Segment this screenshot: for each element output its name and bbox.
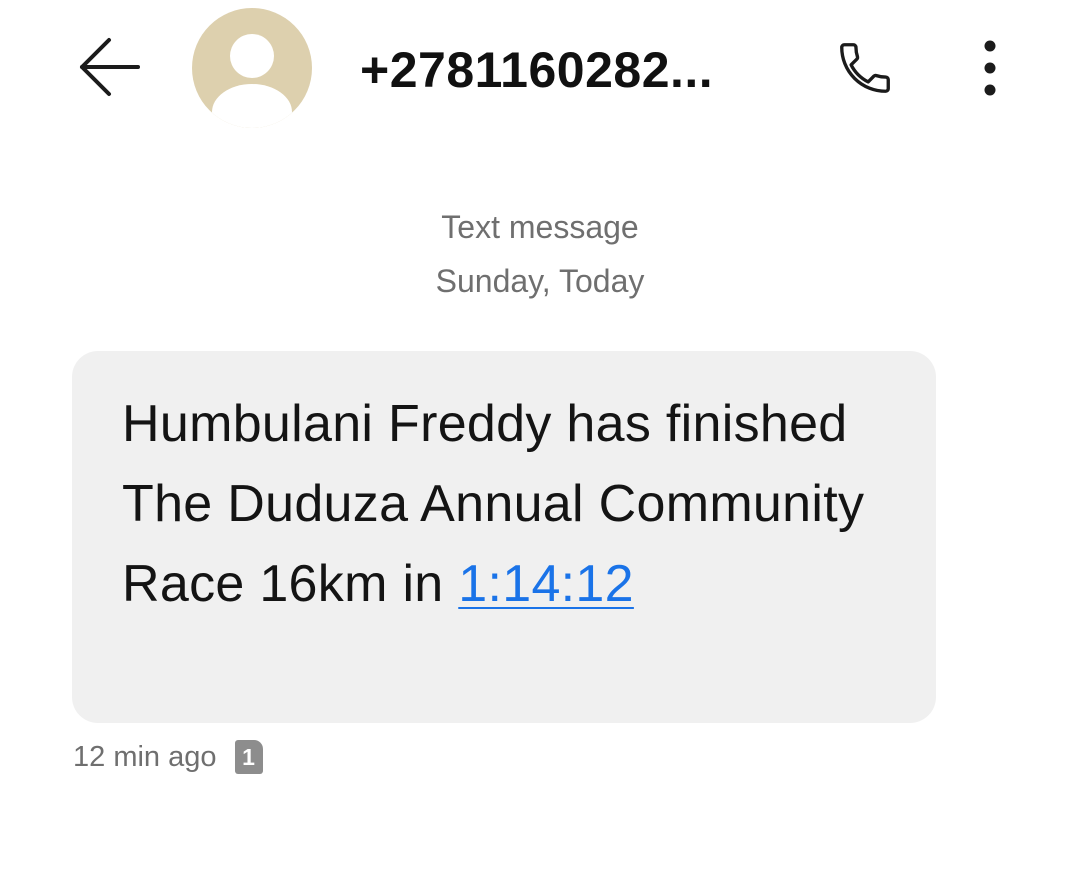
message-type-label: Text message [441, 209, 639, 245]
sim-card-icon: 1 [234, 740, 263, 774]
back-button[interactable] [70, 32, 146, 102]
more-options-button[interactable] [960, 30, 1020, 106]
call-button[interactable] [825, 30, 905, 106]
message-timestamp: 12 min ago [73, 740, 217, 773]
arrow-left-icon [80, 38, 140, 96]
person-avatar-icon [212, 34, 292, 128]
contact-name[interactable]: +2781160282... [360, 38, 713, 102]
conversation-meta: Text message Sunday, Today [0, 200, 1080, 308]
date-label: Sunday, Today [435, 263, 645, 299]
race-time-link[interactable]: 1:14:12 [458, 555, 634, 613]
sim-number: 1 [242, 743, 255, 770]
message-bubble[interactable]: Humbulani Freddy has finished The Duduza… [72, 351, 936, 723]
contact-avatar[interactable] [192, 8, 312, 128]
message-body: Humbulani Freddy has finished The Duduza… [122, 384, 896, 624]
conversation-header: +2781160282... [0, 0, 1080, 135]
phone-icon [840, 43, 890, 93]
more-vertical-icon [984, 40, 996, 96]
message-footer: 12 min ago 1 [73, 735, 263, 779]
